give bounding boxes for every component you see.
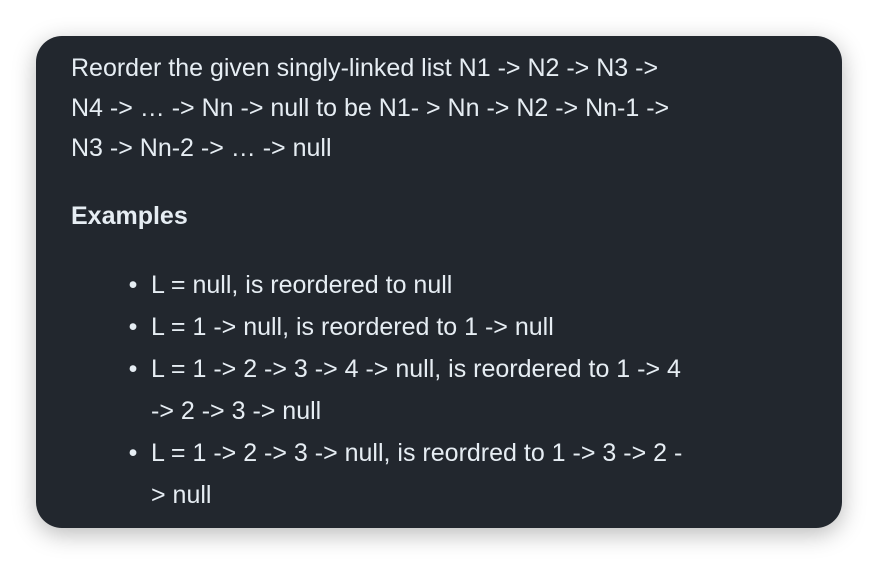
example-text-continued: > null — [151, 481, 212, 509]
examples-list: • L = null, is reordered to null • L = 1… — [129, 264, 811, 516]
bullet-icon: • — [128, 313, 138, 341]
example-text-continued: -> 2 -> 3 -> null — [151, 397, 322, 425]
problem-description: Reorder the given singly-linked list N1 … — [71, 48, 791, 168]
bullet-icon: • — [128, 439, 138, 467]
bullet-icon: • — [128, 355, 138, 383]
bullet-icon: • — [128, 271, 138, 299]
example-item: • L = 1 -> 2 -> 3 -> 4 -> null, is reord… — [129, 348, 811, 432]
example-text: L = null, is reordered to null — [151, 271, 453, 299]
example-item: • L = 1 -> null, is reordered to 1 -> nu… — [129, 306, 811, 348]
problem-card: Reorder the given singly-linked list N1 … — [36, 36, 842, 528]
example-item: • L = null, is reordered to null — [129, 264, 811, 306]
example-text: L = 1 -> 2 -> 3 -> 4 -> null, is reorder… — [151, 355, 681, 383]
example-item: • L = 1 -> 2 -> 3 -> null, is reordred t… — [129, 432, 811, 516]
examples-heading: Examples — [71, 202, 188, 230]
description-line: N3 -> Nn-2 -> … -> null — [71, 134, 332, 162]
example-text: L = 1 -> null, is reordered to 1 -> null — [151, 313, 554, 341]
example-text: L = 1 -> 2 -> 3 -> null, is reordred to … — [151, 439, 683, 467]
description-line: N4 -> … -> Nn -> null to be N1- > Nn -> … — [71, 94, 670, 122]
description-line: Reorder the given singly-linked list N1 … — [71, 54, 659, 82]
